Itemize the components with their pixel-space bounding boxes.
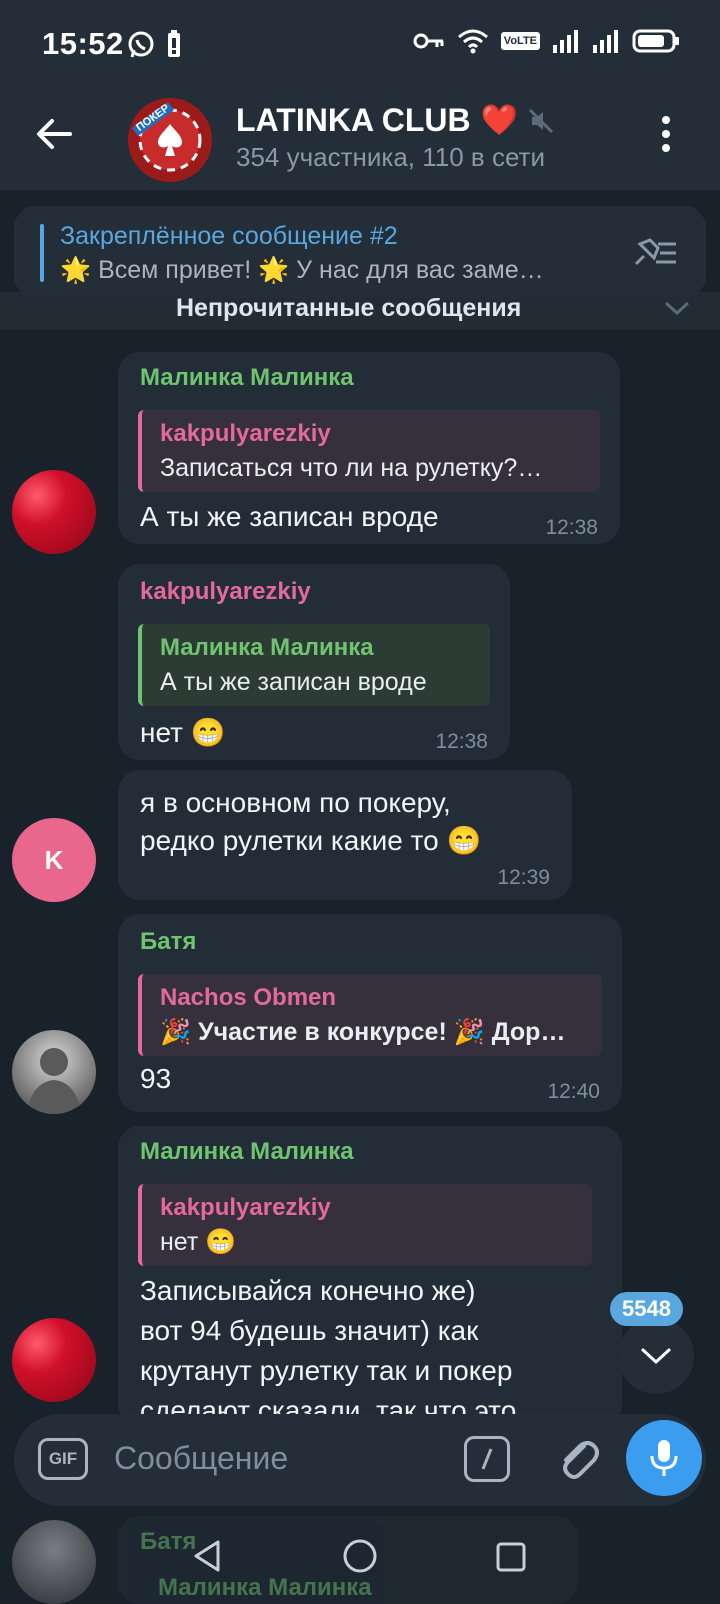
chevron-down-icon: [641, 1348, 671, 1365]
reply-text: нет 😁: [160, 1228, 237, 1256]
message-bubble[interactable]: Малинка Малинка kakpulyarezkiy Записатьс…: [118, 352, 620, 544]
reply-text: 🎉 Участие в конкурсе! 🎉 Дор…: [160, 1018, 566, 1046]
pin-list-icon[interactable]: [630, 234, 678, 270]
avatar[interactable]: [12, 470, 96, 554]
reply-preview[interactable]: kakpulyarezkiy Записаться что ли на руле…: [138, 410, 600, 492]
avatar[interactable]: K: [12, 818, 96, 902]
reply-text: А ты же записан вроде: [160, 668, 427, 696]
message-text-line: крутанут рулетку так и покер: [140, 1355, 513, 1386]
pinned-message[interactable]: Закреплённое сообщение #2 🌟 Всем привет!…: [14, 206, 706, 298]
message-input[interactable]: Сообщение: [114, 1440, 288, 1477]
reply-author: Малинка Малинка: [160, 634, 374, 661]
group-avatar[interactable]: ПОКЕР: [128, 98, 212, 182]
person-photo-icon: [26, 1048, 82, 1114]
message-bubble[interactable]: Малинка Малинка kakpulyarezkiy нет 😁 Зап…: [118, 1126, 622, 1426]
message-author[interactable]: Малинка Малинка: [140, 1138, 354, 1166]
bot-commands-button[interactable]: [464, 1436, 510, 1482]
avatar[interactable]: [12, 1030, 96, 1114]
nav-back-icon[interactable]: [190, 1538, 224, 1574]
message-text-line: я в основном по покеру,: [140, 787, 451, 818]
reply-author: Nachos Obmen: [160, 984, 337, 1011]
pinned-text: 🌟 Всем привет! 🌟 У нас для вас заме…: [60, 256, 544, 284]
message-composer: GIF Сообщение: [14, 1414, 706, 1506]
chat-title-text: LATINKA CLUB: [236, 102, 471, 138]
nav-recent-icon[interactable]: [494, 1540, 528, 1574]
key-icon: [413, 33, 444, 49]
attach-icon[interactable]: [554, 1434, 602, 1482]
chevron-down-icon[interactable]: [662, 298, 692, 318]
wifi-icon: [457, 29, 488, 54]
status-bar: 15:52 VoLTE: [0, 0, 720, 90]
avatar[interactable]: [12, 1318, 96, 1402]
message-time: 12:38: [545, 516, 598, 539]
message-text-line: вот 94 будешь значит) как: [140, 1315, 479, 1346]
message-bubble[interactable]: kakpulyarezkiy Малинка Малинка А ты же з…: [118, 564, 510, 760]
message-time: 12:39: [497, 866, 550, 889]
scroll-down-button[interactable]: [618, 1318, 694, 1394]
message-time: 12:38: [435, 730, 488, 753]
clock: 15:52: [42, 26, 124, 61]
unread-count-badge[interactable]: 5548: [610, 1292, 683, 1326]
muted-icon: [528, 108, 554, 133]
system-nav-bar: [0, 1520, 720, 1604]
slash-icon: [481, 1448, 493, 1470]
signal-icon-2: [593, 30, 618, 53]
message-time: 12:40: [547, 1080, 600, 1103]
whatsapp-icon: [128, 31, 154, 58]
gif-button[interactable]: GIF: [38, 1438, 88, 1480]
microphone-icon: [650, 1440, 678, 1476]
message-author[interactable]: kakpulyarezkiy: [140, 578, 311, 606]
chat-subtitle: 354 участника, 110 в сети: [236, 142, 545, 172]
chat-title[interactable]: LATINKA CLUB ❤️: [236, 102, 554, 139]
message-bubble[interactable]: Батя Nachos Obmen 🎉 Участие в конкурсе! …: [118, 914, 622, 1112]
reply-author: kakpulyarezkiy: [160, 420, 331, 447]
reply-preview[interactable]: kakpulyarezkiy нет 😁: [138, 1184, 592, 1266]
message-text-line: редко рулетки какие то 😁: [140, 825, 482, 856]
message-text: 93: [140, 1063, 172, 1094]
more-menu-icon[interactable]: [660, 114, 672, 154]
signal-icon-1: [553, 30, 578, 53]
message-author[interactable]: Батя: [140, 928, 196, 956]
message-author[interactable]: Малинка Малинка: [140, 364, 354, 392]
reply-preview[interactable]: Малинка Малинка А ты же записан вроде: [138, 624, 490, 706]
message-text: А ты же записан вроде: [140, 501, 439, 532]
reply-preview[interactable]: Nachos Obmen 🎉 Участие в конкурсе! 🎉 Дор…: [138, 974, 602, 1056]
pinned-title: Закреплённое сообщение #2: [60, 222, 398, 250]
back-arrow-icon[interactable]: [34, 114, 74, 154]
battery-icon: [632, 29, 679, 53]
message-bubble[interactable]: я в основном по покеру, редко рулетки ка…: [118, 770, 572, 900]
message-text: нет 😁: [140, 717, 226, 748]
message-text-line: Записывайся конечно же): [140, 1275, 476, 1306]
reply-text: Записаться что ли на рулетку?…: [160, 454, 543, 482]
heart-emoji: ❤️: [480, 104, 518, 137]
battery-saver-icon: [168, 30, 180, 57]
volte-badge: VoLTE: [500, 32, 540, 50]
nav-home-icon[interactable]: [340, 1536, 380, 1576]
reply-author: kakpulyarezkiy: [160, 1194, 331, 1221]
voice-record-button[interactable]: [626, 1420, 702, 1496]
unread-label: Непрочитанные сообщения: [176, 294, 522, 322]
chat-header: ПОКЕР LATINKA CLUB ❤️ 354 участника, 110…: [0, 90, 720, 190]
